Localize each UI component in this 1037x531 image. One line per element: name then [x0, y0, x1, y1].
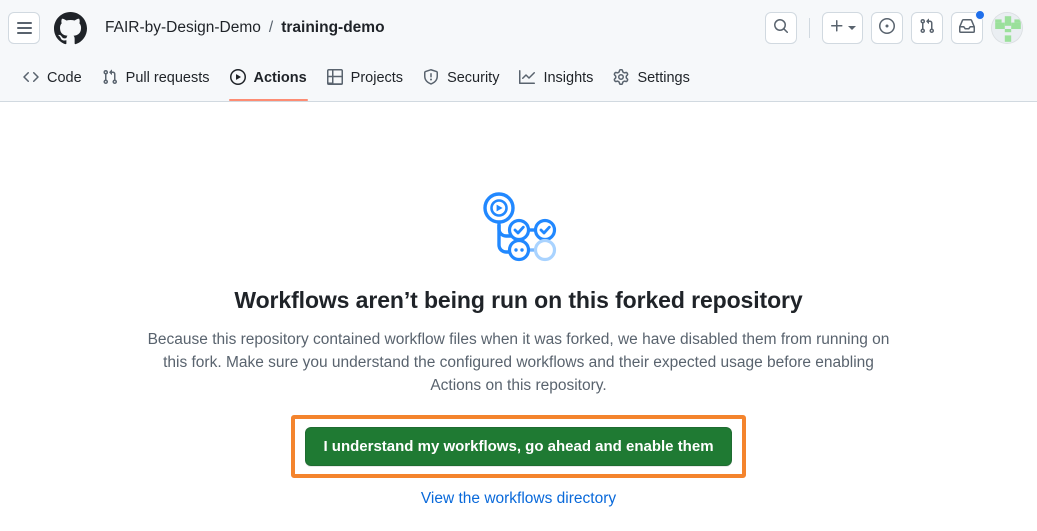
app-header: FAIR-by-Design-Demo / training-demo [0, 0, 1037, 56]
enable-workflows-button[interactable]: I understand my workflows, go ahead and … [305, 427, 732, 466]
table-icon [326, 69, 343, 89]
breadcrumb-repo[interactable]: training-demo [281, 19, 384, 37]
hamburger-bar [16, 27, 32, 29]
circle-dot-icon [879, 17, 895, 39]
tab-label: Actions [253, 70, 307, 87]
tab-pull-requests[interactable]: Pull requests [93, 57, 219, 101]
pull-requests-button[interactable] [911, 12, 943, 44]
tab-settings[interactable]: Settings [604, 57, 698, 101]
search-button[interactable] [765, 12, 797, 44]
tab-projects[interactable]: Projects [318, 57, 412, 101]
breadcrumb-owner[interactable]: FAIR-by-Design-Demo [105, 19, 261, 37]
tab-label: Code [47, 70, 82, 87]
plus-icon [829, 18, 845, 39]
actions-blankslate: Workflows aren’t being run on this forke… [0, 102, 1037, 531]
tab-actions[interactable]: Actions [221, 57, 316, 101]
tab-label: Projects [350, 70, 404, 87]
hamburger-bar [16, 32, 32, 34]
view-workflows-directory-link[interactable]: View the workflows directory [421, 490, 616, 508]
page-title: Workflows aren’t being run on this forke… [234, 287, 803, 313]
tab-label: Security [447, 70, 500, 87]
blankslate-description: Because this repository contained workfl… [147, 331, 890, 394]
code-icon [23, 69, 39, 89]
tab-label: Pull requests [125, 70, 210, 87]
actions-workflow-icon [477, 188, 561, 267]
notifications-inbox-button[interactable] [951, 10, 985, 44]
create-new-button[interactable] [822, 12, 863, 44]
global-nav-menu-button[interactable] [8, 12, 40, 44]
chevron-down-icon [848, 26, 856, 30]
tab-security[interactable]: Security [414, 57, 508, 101]
play-circle-icon [229, 69, 246, 89]
issues-button[interactable] [871, 12, 903, 44]
tab-label: Insights [543, 70, 594, 87]
annotation-highlight-box: I understand my workflows, go ahead and … [291, 415, 746, 478]
repo-nav: Code Pull requests Actions Projects Secu… [0, 56, 1037, 102]
header-divider [809, 18, 810, 38]
git-pull-request-icon [102, 69, 118, 89]
inbox-icon [959, 18, 975, 39]
git-pull-request-icon [919, 18, 935, 39]
tab-insights[interactable]: Insights [510, 57, 602, 101]
tab-label: Settings [637, 70, 690, 87]
github-logo-icon[interactable] [54, 11, 87, 45]
shield-icon [423, 69, 439, 89]
breadcrumb-separator: / [268, 19, 274, 36]
breadcrumb: FAIR-by-Design-Demo / training-demo [105, 19, 385, 37]
graph-icon [519, 69, 536, 89]
avatar[interactable] [991, 12, 1023, 44]
gear-icon [613, 69, 629, 89]
tab-code[interactable]: Code [14, 57, 91, 101]
search-icon [773, 18, 789, 39]
header-actions [765, 10, 1023, 44]
notification-indicator-dot [975, 10, 985, 20]
hamburger-bar [16, 22, 32, 24]
